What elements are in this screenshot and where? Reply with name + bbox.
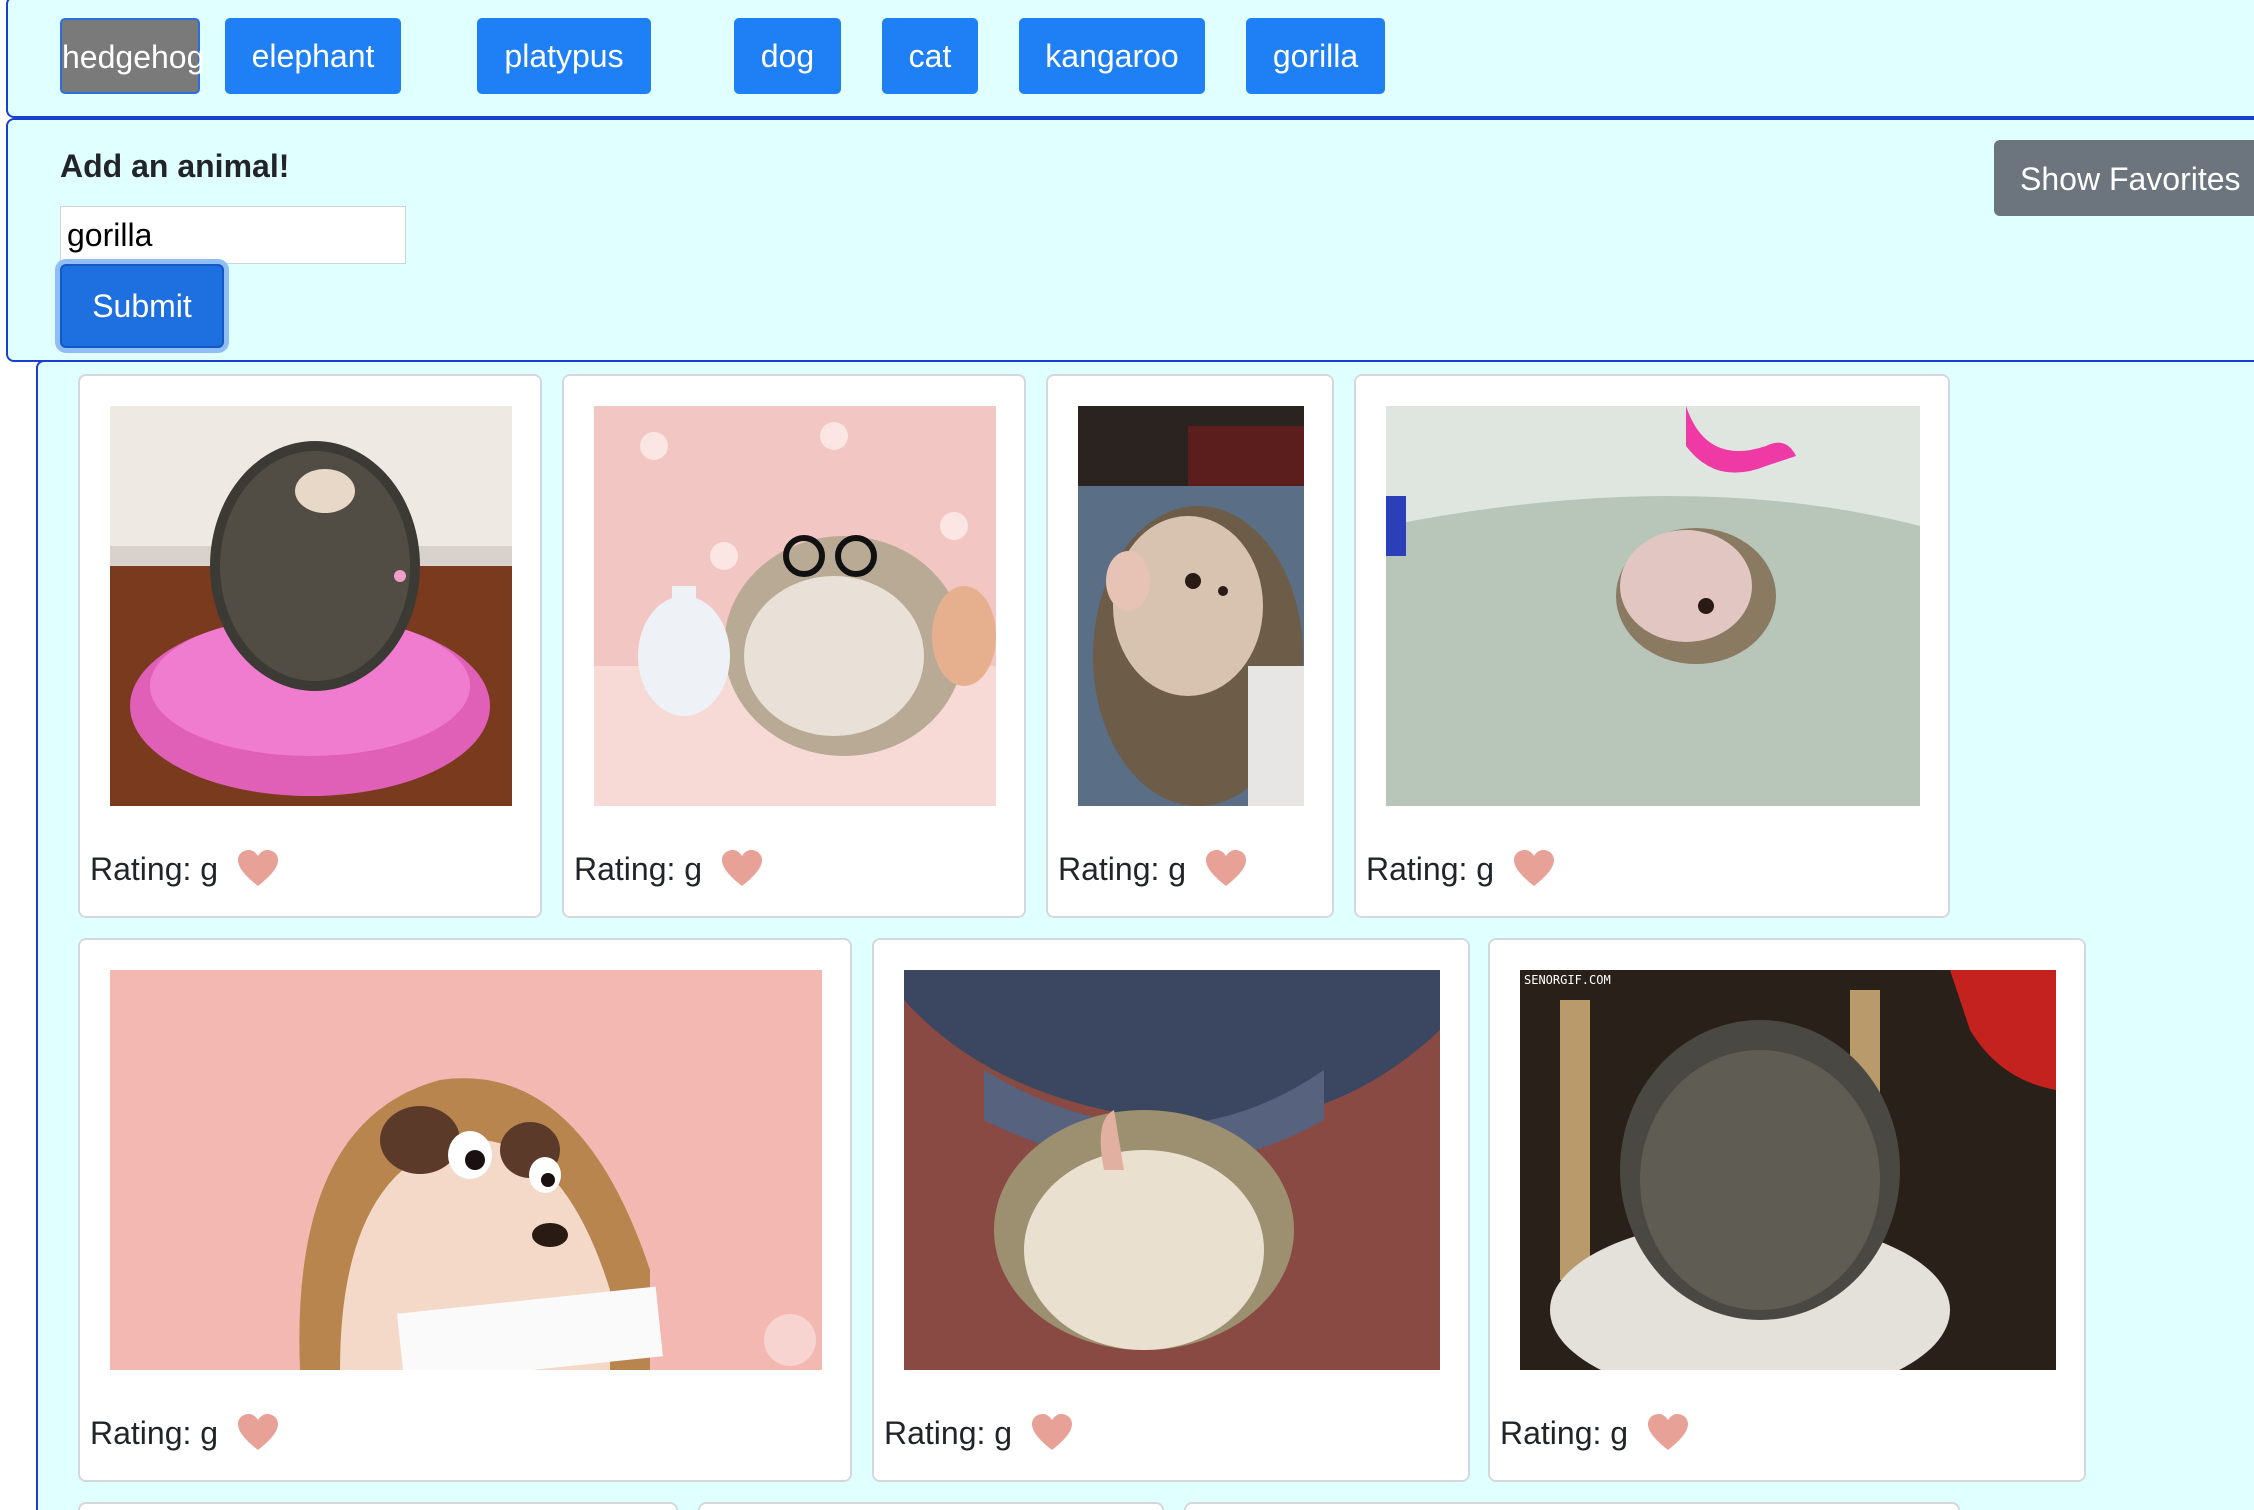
gif-card	[698, 1502, 1164, 1510]
rating-label: Rating: g	[1366, 850, 1495, 887]
animal-button-hedgehog[interactable]: hedgehog	[60, 18, 204, 94]
rating-row: Rating: g	[90, 850, 279, 888]
watermark-text: SENORGIF.COM	[1524, 973, 1611, 987]
heart-icon[interactable]	[1648, 1414, 1689, 1452]
animal-input[interactable]	[60, 206, 406, 264]
gif-card: Rating: g	[78, 938, 852, 1482]
gif-image	[110, 406, 512, 806]
show-favorites-button[interactable]: Show Favorites	[1994, 140, 2254, 216]
rating-label: Rating: g	[90, 1414, 219, 1451]
submit-button[interactable]: Submit	[60, 264, 224, 348]
rating-row: Rating: g	[574, 850, 763, 888]
rating-label: Rating: g	[884, 1414, 1013, 1451]
gif-image	[1078, 406, 1304, 806]
animal-button-gorilla[interactable]: gorilla	[1246, 18, 1385, 94]
rating-label: Rating: g	[1058, 850, 1187, 887]
rating-label: Rating: g	[90, 850, 219, 887]
gif-card	[78, 1502, 678, 1510]
heart-icon[interactable]	[238, 850, 279, 888]
rating-row: Rating: g	[90, 1414, 279, 1452]
heart-icon[interactable]	[238, 1414, 279, 1452]
gif-image	[110, 970, 822, 1370]
heart-icon[interactable]	[1206, 850, 1247, 888]
gif-image	[904, 970, 1440, 1370]
animal-button-bar: hedgehog elephant platypus dog cat kanga…	[6, 0, 2254, 118]
heart-icon[interactable]	[722, 850, 763, 888]
gif-image: SENORGIF.COM	[1520, 970, 2056, 1370]
app-root: hedgehog elephant platypus dog cat kanga…	[0, 0, 2254, 1510]
rating-row: Rating: g	[1058, 850, 1247, 888]
animal-button-platypus[interactable]: platypus	[477, 18, 651, 94]
rating-row: Rating: g	[1366, 850, 1555, 888]
rating-row: Rating: g	[1500, 1414, 1689, 1452]
gif-card: Rating: g	[562, 374, 1026, 918]
gif-image	[594, 406, 996, 806]
gif-card: Rating: g	[872, 938, 1470, 1482]
gif-gallery: Rating: g Rating: g Rating: g Rating: g …	[36, 360, 2254, 1510]
rating-label: Rating: g	[1500, 1414, 1629, 1451]
gif-card: Rating: g	[78, 374, 542, 918]
animal-button-dog[interactable]: dog	[734, 18, 841, 94]
animal-button-elephant[interactable]: elephant	[225, 18, 401, 94]
gif-card: SENORGIF.COM Rating: g	[1488, 938, 2086, 1482]
add-animal-form: Add an animal! Submit Show Favorites	[6, 118, 2254, 362]
gif-card: Rating: g	[1046, 374, 1334, 918]
gif-card	[1184, 1502, 1960, 1510]
gif-image	[1386, 406, 1920, 806]
heart-icon[interactable]	[1032, 1414, 1073, 1452]
heart-icon[interactable]	[1514, 850, 1555, 888]
animal-button-cat[interactable]: cat	[882, 18, 978, 94]
form-title: Add an animal!	[60, 148, 290, 184]
animal-button-kangaroo[interactable]: kangaroo	[1019, 18, 1205, 94]
gif-card: Rating: g	[1354, 374, 1950, 918]
rating-row: Rating: g	[884, 1414, 1073, 1452]
rating-label: Rating: g	[574, 850, 703, 887]
